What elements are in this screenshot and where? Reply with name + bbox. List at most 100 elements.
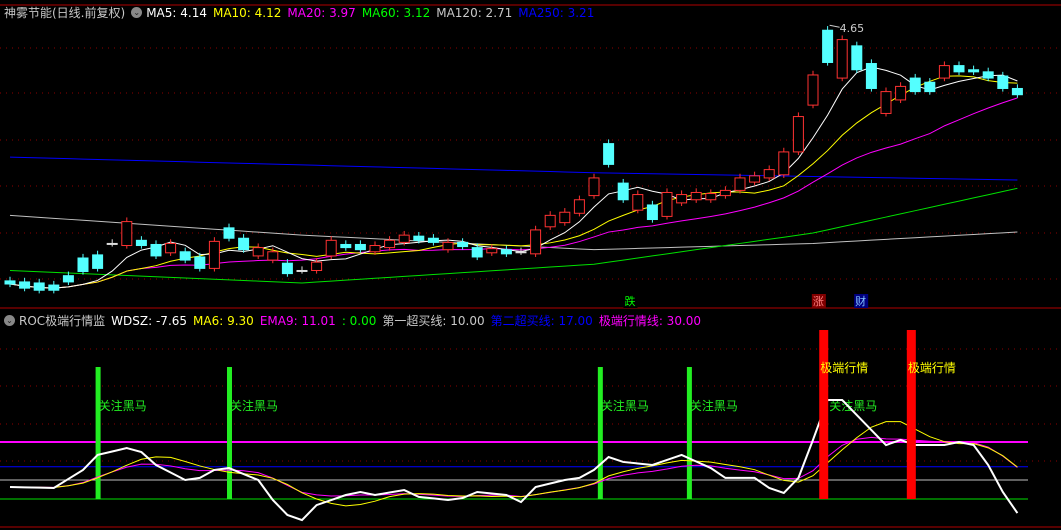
candle-body [325, 239, 337, 257]
candle-body [603, 143, 615, 165]
candle-body [865, 63, 877, 89]
candle-body [617, 182, 629, 201]
candle-body [252, 247, 264, 257]
candle-body [194, 256, 206, 269]
chevron-down-icon[interactable]: ⌄ [131, 7, 143, 18]
main-legend: 神雾节能(日线.前复权) ⌄ MA5: 4.14 MA10: 4.12 MA20… [4, 4, 600, 21]
candle-body [822, 29, 834, 63]
candle-body [909, 77, 921, 93]
heima-label: 关注黑马 [99, 398, 147, 413]
candle-body [150, 243, 162, 257]
candle-body [515, 251, 527, 254]
candle-body [851, 45, 863, 71]
heima-label: 关注黑马 [230, 398, 278, 413]
candle-body [792, 116, 804, 153]
candle-body [62, 275, 74, 283]
heima-bar [227, 367, 232, 499]
candle-body [749, 175, 761, 183]
candle-body [471, 247, 483, 258]
candle-body [19, 281, 31, 289]
candle-body [559, 211, 571, 224]
ma250-value: MA250: 3.21 [518, 5, 595, 20]
candle-body [179, 251, 191, 261]
line1-value: 第一超买线: 10.00 [382, 314, 485, 328]
candle-body [457, 241, 469, 248]
jiduan-bar [906, 330, 916, 499]
ma6-value: MA6: 9.30 [193, 313, 254, 328]
mark-cai: 财 [855, 294, 866, 308]
candle-body [719, 189, 731, 197]
candle-body [384, 239, 396, 249]
candle-body [369, 245, 381, 253]
candle-body [208, 240, 220, 269]
candle-body [895, 85, 907, 101]
heima-label: 关注黑马 [601, 398, 649, 413]
ma60-line [9, 187, 1018, 284]
candle-body [340, 243, 352, 249]
candle-body [573, 199, 585, 214]
jiduan-bar [819, 330, 829, 499]
candle-body [4, 280, 16, 285]
candle-body [106, 242, 118, 245]
candle-body [646, 204, 658, 221]
ma5-value: MA5: 4.14 [146, 5, 207, 20]
candle-body [92, 254, 104, 269]
candle-body [135, 239, 147, 247]
ma250-line [9, 156, 1018, 181]
candle-body [924, 81, 936, 93]
mark-zhang: 涨 [813, 295, 824, 308]
line3-value: 极端行情线: 30.00 [598, 314, 702, 328]
indicator-legend: ⌄ ROC极端行情监 WDSZ: -7.65 MA6: 9.30 EMA9: 1… [4, 312, 707, 329]
ma20-line [9, 97, 1018, 289]
candle-body [486, 248, 498, 254]
candle-body [296, 269, 308, 272]
candle-body [938, 65, 950, 79]
candle-body [588, 177, 600, 197]
heima-label: 关注黑马 [690, 398, 738, 413]
candle-body [778, 151, 790, 176]
candle-body [880, 91, 892, 114]
candle-body [281, 262, 293, 275]
roc-line [9, 399, 1019, 522]
stock-chart[interactable]: 4.65跌涨财关注黑马 关注黑马 关注黑马 关注黑马 关注黑马极端行情 极端行情 [0, 0, 1061, 530]
mark-die: 跌 [625, 294, 636, 308]
candle-body [267, 251, 279, 261]
high-pointer [829, 24, 840, 28]
candle-body [763, 169, 775, 179]
candle-body [398, 234, 410, 243]
candle-body [1011, 87, 1023, 96]
line2-value: 第二超买线: 17.00 [490, 314, 593, 328]
candle-body [413, 235, 425, 241]
ma6-line [9, 421, 1018, 507]
zero-value: : 0.00 [341, 313, 377, 328]
candle-body [427, 237, 439, 243]
stock-title: 神雾节能(日线.前复权) [4, 6, 126, 20]
candle-body [223, 227, 235, 239]
candle-body [632, 194, 644, 211]
candle-body [500, 249, 512, 255]
indicator-title: ROC极端行情监 [19, 314, 106, 328]
candle-body [311, 261, 323, 271]
jiduan-label: 极端行情 [820, 361, 868, 375]
ma10-value: MA10: 4.12 [212, 5, 282, 20]
heima-bar [686, 367, 692, 499]
ema9-value: EMA9: 11.01 [259, 313, 336, 328]
candle-body [48, 284, 60, 291]
candle-body [690, 191, 702, 201]
ma120-value: MA120: 2.71 [436, 5, 513, 20]
candle-body [165, 242, 177, 254]
candle-body [997, 75, 1009, 89]
candle-body [530, 229, 542, 255]
candle-body [705, 193, 717, 201]
ma20-value: MA20: 3.97 [287, 5, 356, 20]
candle-body [968, 69, 980, 73]
candle-body [982, 71, 994, 79]
candle-body [354, 243, 366, 251]
candle-body [836, 39, 848, 79]
candle-body [807, 74, 819, 106]
candle-body [33, 282, 45, 291]
ma60-value: MA60: 3.12 [361, 5, 431, 20]
heima-bar [95, 367, 101, 499]
candle-body [77, 257, 89, 273]
chevron-down-icon[interactable]: ⌄ [4, 315, 15, 326]
